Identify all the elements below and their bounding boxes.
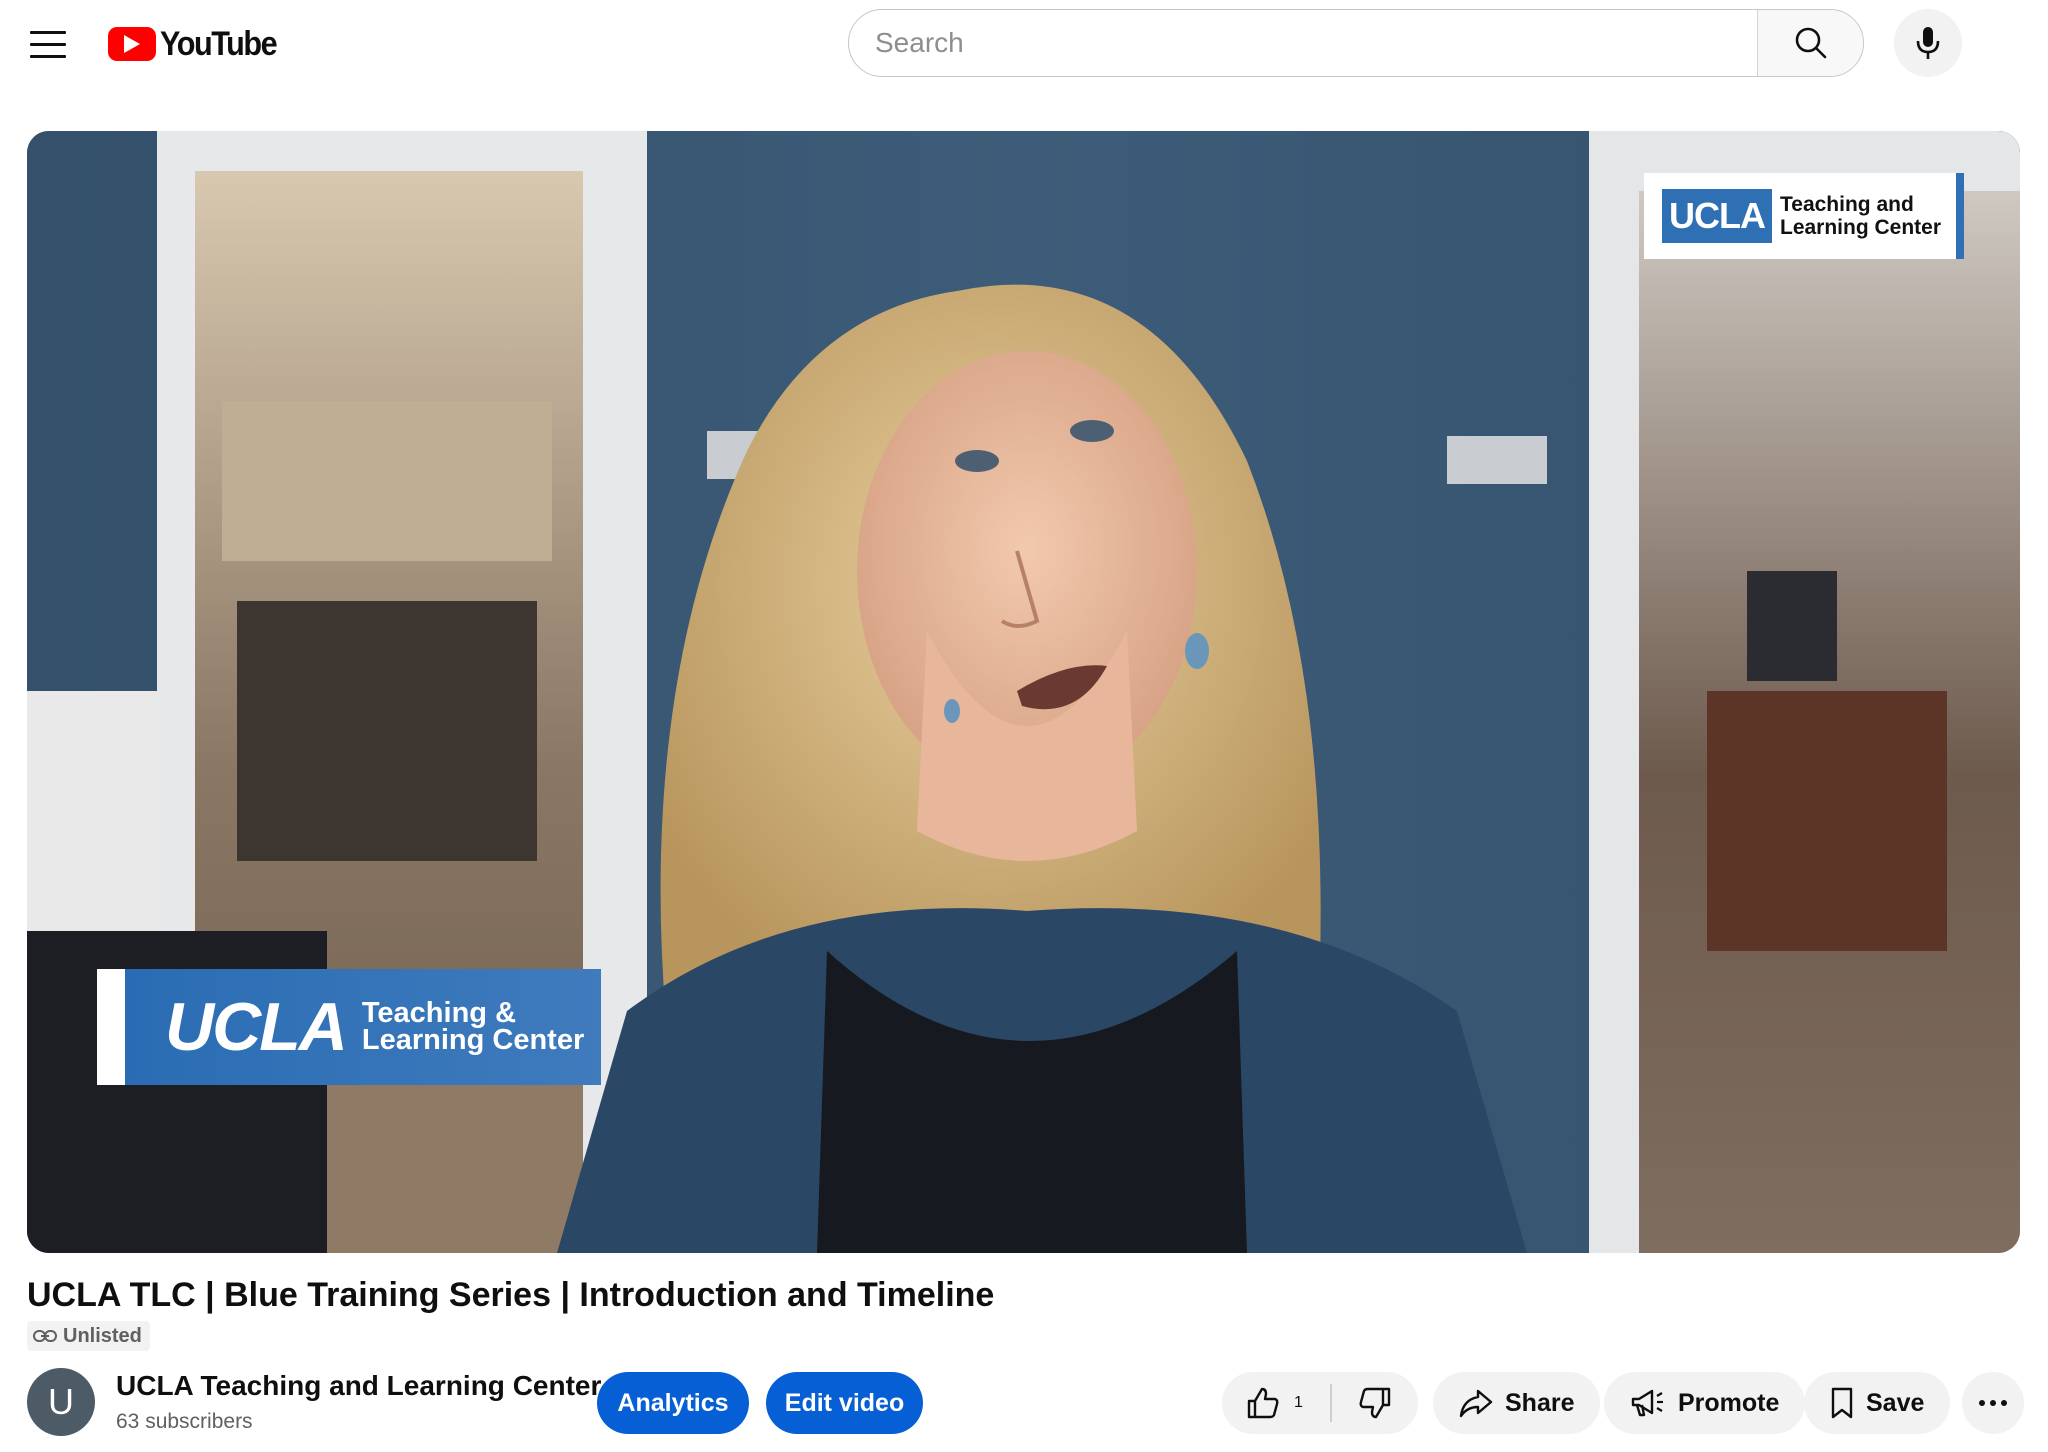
bookmark-icon	[1831, 1387, 1853, 1419]
thumbs-down-icon	[1359, 1387, 1390, 1419]
hamburger-line	[30, 30, 66, 34]
hamburger-line	[30, 42, 66, 46]
voice-search-button[interactable]	[1894, 9, 1962, 77]
dislike-button[interactable]	[1332, 1372, 1419, 1434]
microphone-icon	[1916, 27, 1940, 59]
logo-text: YouTube	[160, 24, 278, 63]
like-dislike-group: 1	[1222, 1372, 1418, 1434]
search-button[interactable]	[1757, 10, 1863, 76]
edit-video-button[interactable]: Edit video	[766, 1372, 923, 1434]
promote-label: Promote	[1678, 1388, 1780, 1417]
link-icon	[33, 1330, 57, 1342]
promote-button[interactable]: Promote	[1604, 1372, 1806, 1434]
youtube-play-icon	[108, 27, 156, 61]
subscriber-count: 63 subscribers	[116, 1410, 253, 1433]
channel-avatar[interactable]: U	[27, 1368, 95, 1436]
youtube-logo[interactable]: YouTube	[108, 22, 289, 66]
lower-third-overlay: UCLA Teaching & Learning Center	[97, 969, 601, 1085]
search-bar	[848, 9, 1864, 77]
channel-name[interactable]: UCLA Teaching and Learning Center	[116, 1370, 601, 1402]
search-icon	[1795, 27, 1826, 59]
visibility-label: Unlisted	[63, 1324, 142, 1347]
corner-watermark-brand: UCLA	[1662, 189, 1772, 243]
save-button[interactable]: Save	[1804, 1372, 1951, 1434]
more-actions-button[interactable]	[1962, 1372, 2024, 1434]
megaphone-icon	[1631, 1389, 1663, 1417]
share-label: Share	[1505, 1388, 1575, 1417]
lower-third-brand: UCLA	[165, 989, 348, 1065]
corner-watermark: UCLA Teaching and Learning Center	[1644, 173, 1964, 259]
search-input[interactable]	[849, 10, 1757, 76]
like-button[interactable]: 1	[1222, 1372, 1330, 1434]
thumbs-up-icon	[1247, 1387, 1279, 1419]
analytics-button[interactable]: Analytics	[597, 1372, 749, 1434]
like-count: 1	[1294, 1394, 1303, 1411]
hamburger-line	[30, 54, 66, 58]
masthead: YouTube	[0, 0, 2048, 88]
video-player[interactable]: UCLA Teaching & Learning Center UCLA Tea…	[27, 131, 2020, 1253]
lower-third-subtitle: Teaching & Learning Center	[361, 997, 585, 1056]
corner-watermark-subtitle: Teaching and Learning Center	[1780, 193, 1942, 239]
share-button[interactable]: Share	[1433, 1372, 1601, 1434]
more-horizontal-icon	[1979, 1400, 2007, 1406]
visibility-badge: Unlisted	[27, 1321, 150, 1351]
menu-button[interactable]	[22, 22, 74, 66]
save-label: Save	[1866, 1388, 1925, 1417]
video-title: UCLA TLC | Blue Training Series | Introd…	[27, 1276, 995, 1314]
share-icon	[1459, 1389, 1493, 1418]
